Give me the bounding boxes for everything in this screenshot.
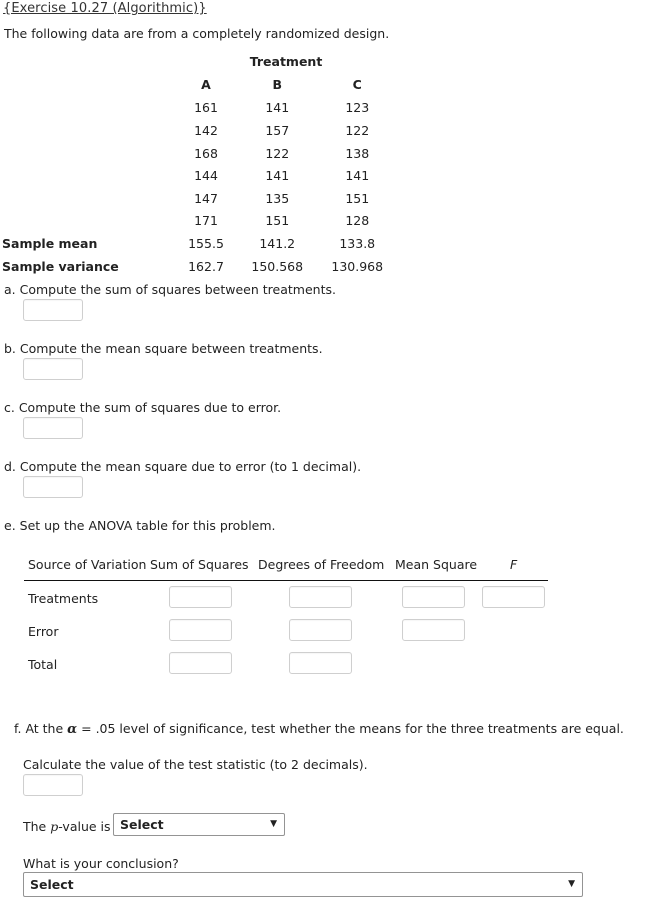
data-cell: 135 [265, 190, 290, 206]
column-header-spacer [0, 73, 172, 97]
anova-error-ms-input[interactable] [402, 619, 465, 641]
column-header-b: B [272, 77, 282, 93]
calc-test-statistic-text: Calculate the value of the test statisti… [23, 757, 368, 772]
intro-text: The following data are from a completely… [4, 26, 390, 41]
conclusion-label: What is your conclusion? [23, 856, 179, 871]
anova-row-error: Error [24, 614, 548, 647]
exercise-title: {Exercise 10.27 (Algorithmic)} [3, 1, 207, 16]
data-cell: 141 [265, 100, 290, 116]
question-f-text: f. At the α = .05 level of significance,… [14, 721, 624, 737]
group-header-treatment: Treatment [249, 53, 323, 69]
table-row-sample-mean: Sample mean 155.5 141.2 133.8 [0, 232, 400, 255]
data-cell: 122 [265, 145, 290, 161]
column-header-c: C [352, 77, 362, 93]
alpha-symbol: α [67, 722, 78, 737]
data-cell: 128 [345, 213, 370, 229]
data-cell: 142 [194, 122, 218, 138]
sample-mean-c: 133.8 [339, 235, 376, 251]
question-e-text: e. Set up the ANOVA table for this probl… [4, 518, 276, 533]
sample-variance-c: 130.968 [331, 258, 384, 274]
anova-row-treatments: Treatments [24, 581, 548, 614]
row-label-sample-variance: Sample variance [2, 258, 119, 274]
exercise-page: {Exercise 10.27 (Algorithmic)} The follo… [0, 0, 668, 922]
table-row: 171 151 128 [0, 210, 400, 233]
pvalue-select-value: Select [120, 817, 164, 832]
sample-mean-b: 141.2 [259, 235, 296, 251]
data-cell: 171 [194, 213, 218, 229]
question-f-suffix: = .05 level of significance, test whethe… [77, 721, 624, 736]
data-cell: 147 [194, 190, 218, 206]
column-header-a: A [201, 77, 211, 93]
treatment-data-table: Treatment A B C 161 141 123 142 157 122 … [0, 50, 400, 277]
anova-header-f: F [510, 557, 518, 572]
anova-header-sum-of-squares: Sum of Squares [150, 557, 249, 572]
data-cell: 141 [345, 168, 370, 184]
question-d-text: d. Compute the mean square due to error … [4, 459, 362, 474]
table-row: 147 135 151 [0, 187, 400, 210]
row-label-spacer [0, 187, 172, 210]
anova-row-label-treatments: Treatments [28, 591, 99, 606]
anova-treatments-ss-input[interactable] [169, 586, 232, 608]
table-row-sample-variance: Sample variance 162.7 150.568 130.968 [0, 255, 400, 278]
pvalue-prefix: The [23, 819, 51, 834]
sample-mean-a: 155.5 [188, 235, 224, 251]
sample-variance-a: 162.7 [188, 258, 224, 274]
pvalue-suffix: -value is [58, 819, 111, 834]
anova-row-label-error: Error [28, 624, 59, 639]
answer-input-c[interactable] [23, 417, 83, 439]
chevron-down-icon: ▼ [568, 879, 575, 889]
anova-row-total: Total [24, 647, 548, 680]
data-cell: 122 [345, 122, 370, 138]
answer-input-d[interactable] [23, 476, 83, 498]
data-cell: 168 [194, 145, 218, 161]
anova-total-df-input[interactable] [289, 652, 352, 674]
row-label-spacer [0, 119, 172, 142]
question-f-prefix: f. At the [14, 721, 68, 736]
table-row: 168 122 138 [0, 142, 400, 165]
data-cell: 141 [265, 168, 290, 184]
question-a-text: a. Compute the sum of squares between tr… [4, 282, 336, 297]
group-header-spacer [0, 50, 172, 73]
data-cell: 151 [265, 213, 290, 229]
question-c-text: c. Compute the sum of squares due to err… [4, 400, 282, 415]
data-cell: 157 [265, 122, 290, 138]
anova-treatments-ms-input[interactable] [402, 586, 465, 608]
conclusion-select[interactable]: Select ▼ [23, 872, 583, 897]
pvalue-label: The p-value is [23, 819, 111, 834]
anova-row-label-total: Total [28, 657, 58, 672]
anova-treatments-df-input[interactable] [289, 586, 352, 608]
anova-table: Source of Variation Sum of Squares Degre… [24, 556, 548, 680]
pvalue-select[interactable]: Select ▼ [113, 813, 285, 836]
data-cell: 161 [194, 100, 218, 116]
data-cell: 138 [345, 145, 370, 161]
table-row: 142 157 122 [0, 119, 400, 142]
anova-total-ss-input[interactable] [169, 652, 232, 674]
anova-error-ss-input[interactable] [169, 619, 232, 641]
table-column-header-row: A B C [0, 73, 400, 97]
anova-header-degrees-of-freedom: Degrees of Freedom [258, 557, 385, 572]
row-label-spacer [0, 97, 172, 120]
question-b-text: b. Compute the mean square between treat… [4, 341, 323, 356]
conclusion-select-value: Select [30, 877, 74, 892]
row-label-sample-mean: Sample mean [2, 235, 98, 251]
answer-input-a[interactable] [23, 299, 83, 321]
table-row: 161 141 123 [0, 97, 400, 120]
table-group-header-row: Treatment [0, 50, 400, 73]
data-cell: 151 [345, 190, 370, 206]
anova-error-df-input[interactable] [289, 619, 352, 641]
test-statistic-input[interactable] [23, 774, 83, 796]
table-row: 144 141 141 [0, 164, 400, 187]
answer-input-b[interactable] [23, 358, 83, 380]
data-cell: 144 [194, 168, 218, 184]
data-cell: 123 [345, 100, 370, 116]
sample-variance-b: 150.568 [251, 258, 304, 274]
row-label-spacer [0, 142, 172, 165]
anova-header-row: Source of Variation Sum of Squares Degre… [24, 556, 548, 581]
row-label-spacer [0, 210, 172, 233]
chevron-down-icon: ▼ [270, 819, 277, 829]
anova-header-mean-square: Mean Square [395, 557, 478, 572]
anova-header-source: Source of Variation [28, 557, 147, 572]
anova-treatments-f-input[interactable] [482, 586, 545, 608]
row-label-spacer [0, 164, 172, 187]
